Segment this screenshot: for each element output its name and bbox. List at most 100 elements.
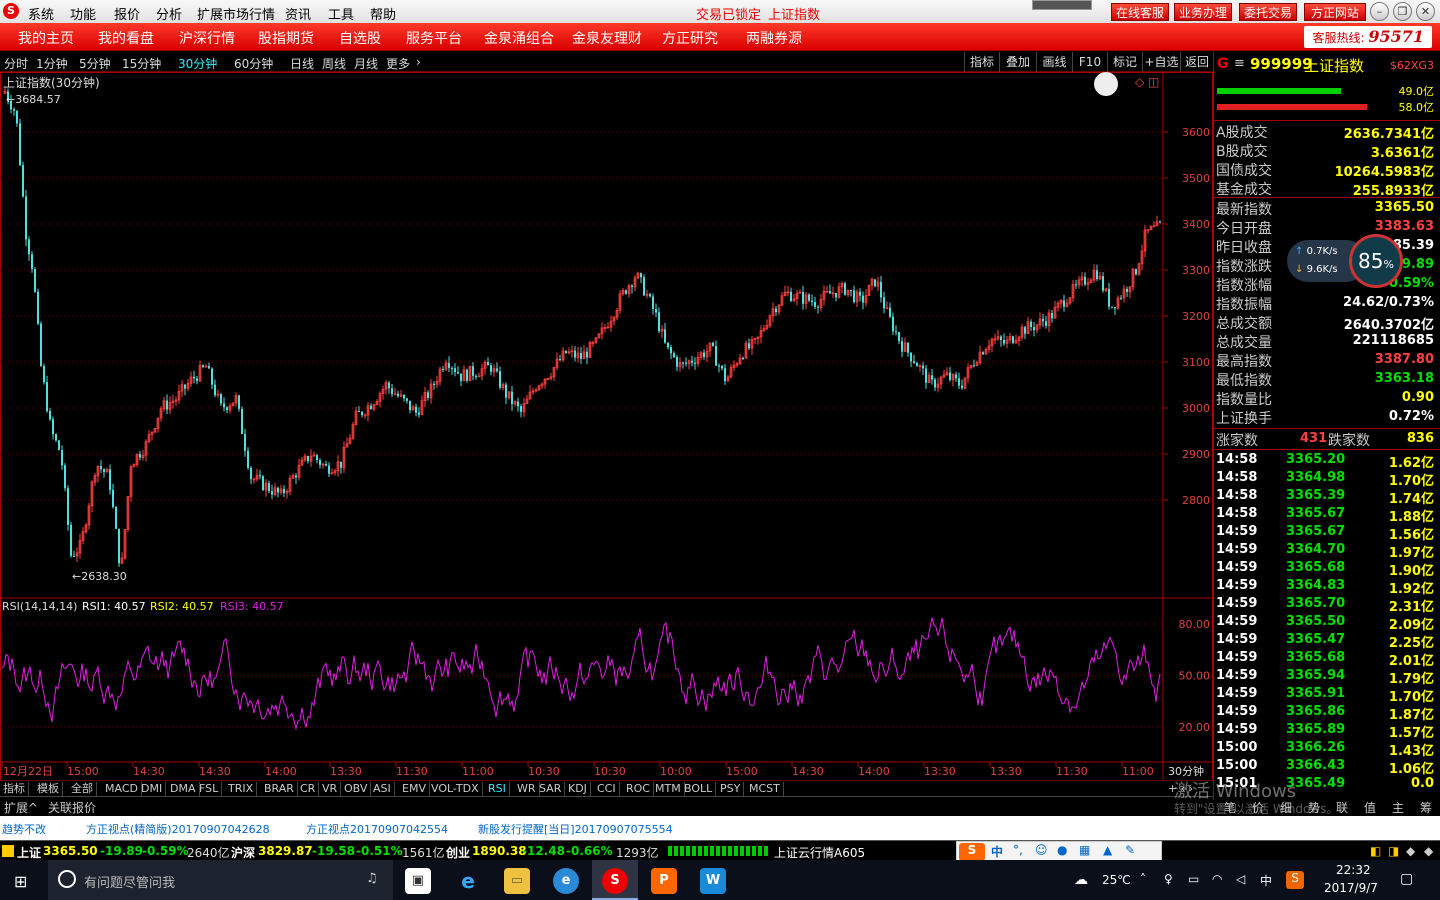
fangzheng-icon[interactable]: S xyxy=(602,868,628,894)
indicator-tab[interactable]: OBV xyxy=(341,782,372,796)
start-icon[interactable]: ⊞ xyxy=(14,872,27,891)
nav-portfolio[interactable]: 金泉涌组合 xyxy=(484,28,554,48)
indicator-tab[interactable]: PSY xyxy=(717,782,745,796)
ime-punct[interactable]: °, xyxy=(1013,843,1023,857)
chart-tool-button[interactable]: 指标 xyxy=(964,52,999,72)
indicator-tab[interactable]: 指标 xyxy=(0,782,29,796)
kline-chart[interactable]: 3600 3500 3400 3300 3200 3100 3000 2900 2800 上证指数… xyxy=(0,72,1213,800)
menu-system[interactable]: 系统 xyxy=(28,4,54,23)
wps-writer-icon[interactable]: W xyxy=(700,868,726,894)
period-tab[interactable]: 30分钟 xyxy=(178,55,217,72)
mic-icon[interactable]: ♫ xyxy=(366,871,378,886)
people-icon[interactable]: ♀ xyxy=(1164,872,1173,886)
indicator-tab[interactable]: RSI xyxy=(485,782,510,796)
cy-label[interactable]: 创业 xyxy=(446,844,470,861)
indicator-tab[interactable]: ROC xyxy=(623,782,654,796)
indicator-tab[interactable]: 全部 xyxy=(68,782,97,796)
sogou-ime-icon[interactable]: S xyxy=(959,843,985,861)
network-speed-widget[interactable]: ↑ 0.7K/s ↓ 9.6K/s 85% xyxy=(1287,234,1405,288)
nav-watch[interactable]: 我的看盘 xyxy=(98,28,154,48)
indicator-tab[interactable]: ASI xyxy=(370,782,395,796)
nav-service[interactable]: 服务平台 xyxy=(406,28,462,48)
sh-label[interactable]: 上证 xyxy=(17,844,41,861)
trade-button[interactable]: 委托交易 xyxy=(1239,3,1297,21)
emoji-icon[interactable]: ☺ xyxy=(1035,843,1048,857)
indicator-tab[interactable]: CCI xyxy=(594,782,620,796)
cloud-quote-label[interactable]: 上证云行情A605 xyxy=(774,844,865,861)
indicator-tab[interactable]: CR xyxy=(297,782,320,796)
nav-margin[interactable]: 两融券源 xyxy=(746,28,802,48)
menu-ext-market[interactable]: 扩展市场行情 xyxy=(197,4,275,23)
indicator-tab[interactable]: BOLL xyxy=(681,782,717,796)
indicator-tab[interactable]: FSL xyxy=(196,782,223,796)
indicator-tab[interactable]: 模板 xyxy=(34,782,63,796)
ime-lang-indicator[interactable]: 中 xyxy=(1260,872,1272,889)
tool-icon[interactable]: ✎ xyxy=(1125,843,1135,857)
online-service-button[interactable]: 在线客服 xyxy=(1111,3,1169,21)
close-icon[interactable]: ✕ xyxy=(1416,2,1435,21)
indicator-tab[interactable]: TRIX xyxy=(225,782,258,796)
sogou-tray-icon[interactable]: S xyxy=(1286,871,1304,889)
cortana-search[interactable]: 有问题尽管问我 ♫ xyxy=(48,860,393,900)
period-tab[interactable]: 月线 xyxy=(354,55,378,72)
period-tab[interactable]: 分时 xyxy=(4,55,28,72)
nav-market[interactable]: 沪深行情 xyxy=(179,28,235,48)
weather-icon[interactable]: ☁ xyxy=(1074,872,1088,888)
volume-icon[interactable]: ◁ xyxy=(1236,872,1245,886)
indicator-tab[interactable]: MTM xyxy=(652,782,685,796)
expand-button[interactable]: 扩展^ xyxy=(4,799,38,816)
wifi-icon[interactable]: ◠ xyxy=(1212,872,1222,886)
detail-tab[interactable]: 主 xyxy=(1392,799,1404,816)
float-widget[interactable] xyxy=(1032,0,1092,10)
detail-tab[interactable]: 值 xyxy=(1364,799,1376,816)
period-tab[interactable]: 1分钟 xyxy=(36,55,68,72)
detail-tab[interactable]: 筹 xyxy=(1420,799,1432,816)
nav-home[interactable]: 我的主页 xyxy=(18,28,74,48)
marker-icon[interactable]: ◇ ◫ xyxy=(1135,75,1159,89)
battery-icon[interactable]: ▭ xyxy=(1188,872,1199,886)
more-chevron-icon[interactable]: › xyxy=(416,55,421,69)
menu-news[interactable]: 资讯 xyxy=(285,4,311,23)
period-tab[interactable]: 60分钟 xyxy=(234,55,273,72)
hs-label[interactable]: 沪深 xyxy=(231,844,255,861)
nav-finance[interactable]: 金泉友理财 xyxy=(572,28,642,48)
indicator-tab[interactable]: KDJ xyxy=(565,782,591,796)
indicator-tab[interactable]: MCST xyxy=(746,782,784,796)
tray-up-icon[interactable]: ˄ xyxy=(1140,872,1146,886)
chart-tool-button[interactable]: +自选 xyxy=(1142,52,1180,72)
menu-help[interactable]: 帮助 xyxy=(370,4,396,23)
explorer-icon[interactable]: ▭ xyxy=(504,868,530,894)
wps-ppt-icon[interactable]: P xyxy=(651,868,677,894)
news-item[interactable]: 方正视点20170907042554 xyxy=(306,821,448,837)
news-item[interactable]: 新股发行提醒[当日]20170907075554 xyxy=(478,821,673,837)
business-button[interactable]: 业务办理 xyxy=(1174,3,1232,21)
status-icon[interactable]: ◨ xyxy=(1388,844,1399,858)
nav-research[interactable]: 方正研究 xyxy=(662,28,718,48)
period-tab[interactable]: 周线 xyxy=(322,55,346,72)
chart-tool-button[interactable]: 标记 xyxy=(1107,52,1142,72)
nav-watchlist[interactable]: 自选股 xyxy=(339,28,381,48)
menu-quote[interactable]: 报价 xyxy=(114,4,140,23)
chart-tool-button[interactable]: 叠加 xyxy=(999,52,1036,72)
skin-icon[interactable]: ▲ xyxy=(1103,843,1112,857)
notification-icon[interactable]: ▢ xyxy=(1400,871,1413,887)
keyboard-icon[interactable]: ▦ xyxy=(1079,843,1090,857)
indicator-tab[interactable]: DMA xyxy=(167,782,200,796)
period-tab[interactable]: 5分钟 xyxy=(79,55,111,72)
period-tab[interactable]: 更多 xyxy=(386,55,410,72)
minimize-icon[interactable]: – xyxy=(1370,2,1389,21)
menu-function[interactable]: 功能 xyxy=(70,4,96,23)
mic-icon[interactable]: ● xyxy=(1057,843,1067,857)
indicator-tab[interactable]: SAR xyxy=(536,782,566,796)
clock-date[interactable]: 2017/9/7 xyxy=(1324,881,1378,895)
status-icon[interactable]: ◧ xyxy=(1370,844,1381,858)
status-icon[interactable]: ◆ xyxy=(1406,844,1415,858)
edge-icon[interactable]: e xyxy=(455,868,481,894)
indicator-tab[interactable]: VR xyxy=(319,782,342,796)
store-icon[interactable]: ▣ xyxy=(405,868,431,894)
period-tab[interactable]: 15分钟 xyxy=(122,55,161,72)
chart-tool-button[interactable]: 画线 xyxy=(1036,52,1072,72)
period-tab[interactable]: 日线 xyxy=(290,55,314,72)
indicator-tab[interactable]: DMI xyxy=(138,782,167,796)
nav-futures[interactable]: 股指期货 xyxy=(258,28,314,48)
